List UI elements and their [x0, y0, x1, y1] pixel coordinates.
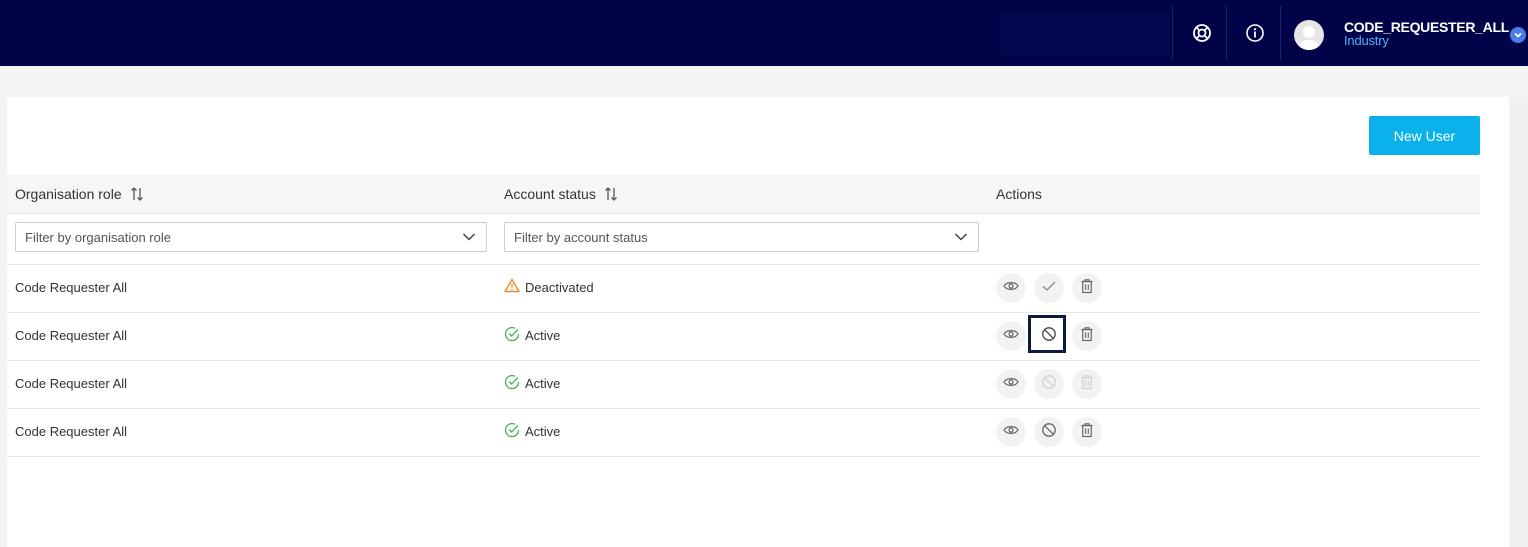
divider — [1172, 6, 1173, 60]
chevron-down-icon — [954, 231, 968, 246]
chevron-down-icon — [462, 231, 476, 246]
focus-outline — [1028, 315, 1066, 353]
deactivate-button[interactable] — [1034, 417, 1064, 447]
view-button[interactable] — [996, 321, 1026, 351]
row-actions — [996, 417, 1102, 447]
header-banner-area — [1000, 12, 1170, 56]
block-icon — [1041, 422, 1057, 443]
check-circle-icon — [504, 326, 520, 345]
row-actions — [996, 369, 1102, 399]
account-status-cell: Deactivated — [504, 278, 594, 296]
chevron-down-icon[interactable] — [1510, 27, 1526, 43]
avatar[interactable] — [1294, 20, 1324, 50]
filter-placeholder: Filter by account status — [514, 229, 648, 245]
check-icon — [1041, 279, 1057, 298]
column-header-label: Actions — [996, 186, 1042, 202]
eye-icon — [1003, 423, 1019, 441]
eye-icon — [1003, 327, 1019, 345]
account-status-cell: Active — [504, 326, 560, 345]
table-row: Code Requester All Active — [7, 313, 1480, 361]
trash-icon — [1080, 422, 1094, 443]
block-icon — [1041, 374, 1057, 395]
table-row: Code Requester All Active — [7, 361, 1480, 409]
user-organisation: Industry — [1344, 33, 1389, 48]
column-header-label: Organisation role — [15, 186, 122, 202]
delete-button[interactable] — [1072, 321, 1102, 351]
account-status-label: Deactivated — [525, 279, 594, 295]
activate-button[interactable] — [1034, 273, 1064, 303]
column-header-actions: Actions — [996, 186, 1042, 202]
table-row: Code Requester All Active — [7, 409, 1480, 457]
eye-icon — [1003, 375, 1019, 393]
delete-button[interactable] — [1072, 273, 1102, 303]
sort-icon[interactable] — [130, 186, 144, 202]
view-button[interactable] — [996, 369, 1026, 399]
trash-icon — [1080, 374, 1094, 395]
column-header-label: Account status — [504, 186, 596, 202]
info-icon[interactable] — [1244, 22, 1266, 44]
organisation-role-cell: Code Requester All — [15, 280, 128, 295]
view-button[interactable] — [996, 417, 1026, 447]
account-status-cell: Active — [504, 422, 560, 441]
delete-button — [1072, 369, 1102, 399]
deactivate-button — [1034, 369, 1064, 399]
user-name: CODE_REQUESTER_ALL — [1344, 19, 1509, 35]
organisation-role-cell: Code Requester All — [15, 328, 128, 343]
account-status-filter[interactable]: Filter by account status — [504, 222, 979, 252]
organisation-role-filter[interactable]: Filter by organisation role — [15, 222, 487, 252]
check-circle-icon — [504, 374, 520, 393]
warning-icon — [504, 278, 520, 296]
filter-placeholder: Filter by organisation role — [25, 229, 171, 245]
table-header: Organisation role Account status Actions — [7, 175, 1480, 214]
row-actions — [996, 273, 1102, 303]
table-row: Code Requester All Deactivated — [7, 265, 1480, 313]
new-user-button[interactable]: New User — [1369, 116, 1480, 155]
divider — [1226, 6, 1227, 60]
column-header-organisation-role[interactable]: Organisation role — [15, 186, 144, 202]
trash-icon — [1080, 326, 1094, 347]
trash-icon — [1080, 278, 1094, 299]
delete-button[interactable] — [1072, 417, 1102, 447]
view-button[interactable] — [996, 273, 1026, 303]
account-status-cell: Active — [504, 374, 560, 393]
lifebuoy-icon[interactable] — [1191, 22, 1213, 44]
column-header-account-status[interactable]: Account status — [504, 186, 618, 202]
divider — [1280, 6, 1281, 60]
account-status-label: Active — [525, 328, 561, 343]
row-actions — [996, 315, 1102, 353]
eye-icon — [1003, 279, 1019, 297]
scrollbar[interactable] — [1511, 97, 1528, 547]
organisation-role-cell: Code Requester All — [15, 376, 128, 391]
organisation-role-cell: Code Requester All — [15, 424, 128, 439]
deactivate-button[interactable] — [1028, 315, 1066, 353]
check-circle-icon — [504, 422, 520, 441]
top-navigation-bar: CODE_REQUESTER_ALL Industry — [0, 0, 1528, 66]
filter-row: Filter by organisation role Filter by ac… — [7, 214, 1480, 265]
account-status-label: Active — [525, 424, 561, 439]
sort-icon[interactable] — [604, 186, 618, 202]
account-status-label: Active — [525, 376, 561, 391]
